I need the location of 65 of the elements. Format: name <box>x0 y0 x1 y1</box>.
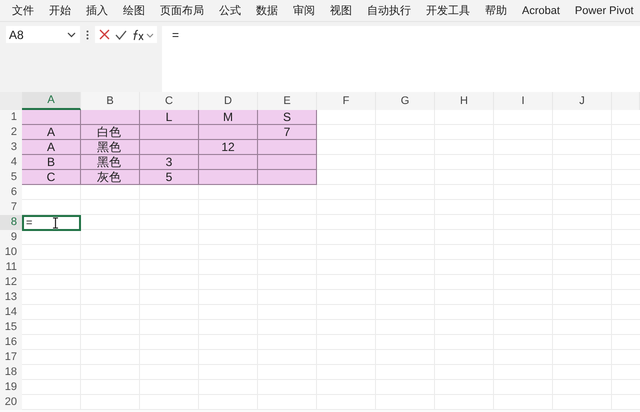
row-header[interactable]: 2 <box>0 125 22 140</box>
row-header[interactable]: 14 <box>0 305 22 320</box>
table-cell: 白色 <box>81 125 140 140</box>
row-header[interactable]: 4 <box>0 155 22 170</box>
menu-item[interactable]: 文件 <box>12 3 34 18</box>
menu-item[interactable]: 绘图 <box>123 3 145 18</box>
column-header[interactable]: J <box>553 92 612 110</box>
menu-item[interactable]: 插入 <box>86 3 108 18</box>
row-header[interactable]: 5 <box>0 170 22 185</box>
caret-icon <box>67 32 76 38</box>
menu-item[interactable]: 自动执行 <box>367 3 411 18</box>
more-icon[interactable] <box>86 30 89 40</box>
table-cell: 灰色 <box>81 170 140 185</box>
column-header[interactable]: I <box>494 92 553 110</box>
table-cell: 7 <box>258 125 317 140</box>
row-header[interactable]: 9 <box>0 230 22 245</box>
text-cursor-icon <box>52 217 60 229</box>
row-header[interactable]: 17 <box>0 350 22 365</box>
column-header[interactable]: G <box>376 92 435 110</box>
table-cell: M <box>199 110 258 125</box>
table-cell: A <box>22 125 81 140</box>
row-header[interactable]: 20 <box>0 395 22 410</box>
menu-item[interactable]: 帮助 <box>485 3 507 18</box>
column-header[interactable]: H <box>435 92 494 110</box>
menu-item[interactable]: Power Pivot <box>574 4 634 16</box>
row-header[interactable]: 8 <box>0 215 22 231</box>
table-cell: A <box>22 140 81 155</box>
column-header[interactable]: F <box>317 92 376 110</box>
name-box[interactable]: A8 <box>6 26 80 43</box>
menu-item[interactable]: 开发工具 <box>426 3 470 18</box>
row-header[interactable]: 16 <box>0 335 22 350</box>
table-cell: 5 <box>140 170 199 185</box>
table-cell: 12 <box>199 140 258 155</box>
function-icon[interactable] <box>132 28 154 40</box>
menu-item[interactable]: 页面布局 <box>160 3 204 18</box>
table-cell: 黑色 <box>81 155 140 170</box>
row-header[interactable]: 10 <box>0 245 22 260</box>
row-header[interactable]: 13 <box>0 290 22 305</box>
active-cell[interactable]: = <box>22 215 81 231</box>
row-header[interactable]: 11 <box>0 260 22 275</box>
column-header[interactable]: A <box>22 92 81 110</box>
table-cell: B <box>22 155 81 170</box>
table-cell: 黑色 <box>81 140 140 155</box>
menu-item[interactable]: Acrobat <box>522 4 560 16</box>
row-header[interactable]: 6 <box>0 185 22 200</box>
row-header[interactable]: 18 <box>0 365 22 380</box>
row-header[interactable]: 1 <box>0 110 22 125</box>
check-icon[interactable] <box>115 30 127 40</box>
row-header[interactable]: 15 <box>0 320 22 335</box>
table-cell: 3 <box>140 155 199 170</box>
cell-text: = <box>26 218 32 228</box>
table-cell: S <box>258 110 317 125</box>
table-cell: C <box>22 170 81 185</box>
row-header[interactable]: 12 <box>0 275 22 290</box>
menu-item[interactable]: 数据 <box>256 3 278 18</box>
row-header[interactable]: 3 <box>0 140 22 155</box>
cancel-icon[interactable] <box>99 29 110 40</box>
row-header[interactable]: 7 <box>0 200 22 215</box>
menu-item[interactable]: 审阅 <box>293 3 315 18</box>
table-cell: L <box>140 110 199 125</box>
formula-field[interactable]: = <box>162 26 640 92</box>
menu-item[interactable]: 开始 <box>49 3 71 18</box>
menu-item[interactable]: 视图 <box>330 3 352 18</box>
menu-item[interactable]: 公式 <box>219 3 241 18</box>
row-header[interactable]: 19 <box>0 380 22 395</box>
